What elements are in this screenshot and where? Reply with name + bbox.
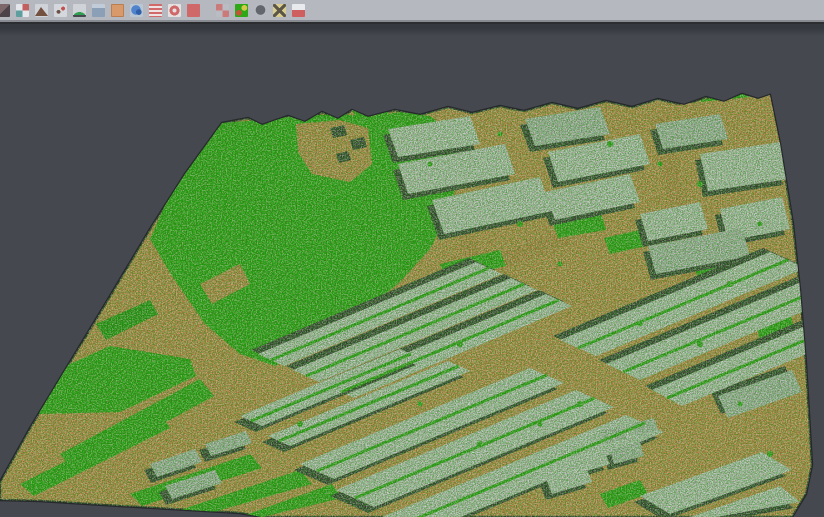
edit-points-icon[interactable] [0,1,12,19]
classify-points-icon[interactable] [14,1,31,19]
pointcloud-noise-light [0,84,824,517]
terrain-mountain-icon-glyph [35,4,48,17]
red-ring-icon[interactable] [166,1,183,19]
red-ring-icon-glyph [168,4,181,17]
scatter-points-icon-glyph [54,4,67,17]
pointcloud-scene [0,24,824,517]
globe-icon[interactable] [128,1,145,19]
red-layers-icon-glyph [149,4,162,17]
checker-tiles-icon[interactable] [214,1,231,19]
dark-sphere-icon-glyph [254,4,267,17]
app-window [0,0,824,517]
marker-cross-icon-glyph [273,4,286,17]
orthophoto-icon-glyph [111,4,124,17]
globe-icon-glyph [130,4,143,17]
histogram-column-icon[interactable] [90,1,107,19]
dem-hill-icon[interactable] [71,1,88,19]
dem-hill-icon-glyph [73,4,86,17]
red-layers-icon[interactable] [147,1,164,19]
fit-extent-brackets-icon[interactable] [185,1,202,19]
fit-extent-brackets-icon-glyph [187,4,200,17]
toolbar-separator [204,1,212,19]
dark-sphere-icon[interactable] [252,1,269,19]
red-white-layers-icon[interactable] [290,1,307,19]
classify-points-icon-glyph [16,4,29,17]
classification-map-icon[interactable] [233,1,250,19]
scatter-points-icon[interactable] [52,1,69,19]
main-toolbar [0,0,824,22]
histogram-column-icon-glyph [92,4,105,17]
marker-cross-icon[interactable] [271,1,288,19]
classification-map-icon-glyph [235,4,248,17]
checker-tiles-icon-glyph [216,4,229,17]
edit-points-icon-glyph [0,4,10,17]
terrain-mountain-icon[interactable] [33,1,50,19]
orthophoto-icon[interactable] [109,1,126,19]
red-white-layers-icon-glyph [292,4,305,17]
viewport-3d[interactable] [0,24,824,517]
